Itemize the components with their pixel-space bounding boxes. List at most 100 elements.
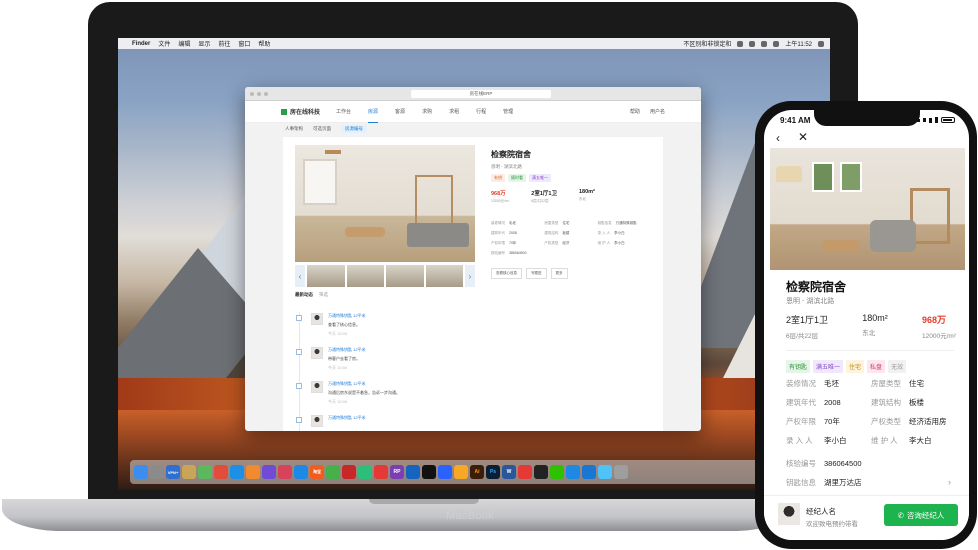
help-link[interactable]: 帮助 [630, 108, 640, 115]
nav-item[interactable]: 求购 [422, 101, 432, 122]
nav-item-active[interactable]: 房源 [368, 101, 379, 123]
battery-icon[interactable] [773, 40, 780, 47]
finder-alt-icon[interactable] [598, 465, 612, 479]
feed-item: 万通特殊钥匙 12平米 查看了核心信息。 今天 10:00 [311, 313, 366, 337]
consult-agent-button[interactable]: ✆ 咨询经纪人 [884, 504, 958, 526]
nav-item[interactable]: 管理 [503, 101, 513, 122]
field: 核验编号 386064500 [491, 251, 527, 255]
feed-item: 万通特殊钥匙 12平米 带客户去看了房。 今天 10:00 [311, 347, 366, 371]
nav-item[interactable]: 行程 [476, 101, 486, 122]
window-minimize-icon[interactable] [257, 91, 261, 96]
key-info-row[interactable]: 钥匙信息 湖里万达店 [786, 477, 862, 488]
menubar-clock[interactable]: 上午11:52 [785, 39, 812, 48]
safari-icon[interactable] [230, 465, 244, 479]
music-icon[interactable] [278, 465, 292, 479]
view-core-info-button[interactable]: 查看核心信息 [491, 268, 522, 279]
agent-avatar [311, 313, 323, 325]
feed-timeline [299, 312, 300, 431]
menu-item[interactable]: 编辑 [178, 39, 190, 48]
agent-avatar[interactable] [778, 503, 800, 525]
listing-title: 检察院宿舍 [491, 150, 531, 159]
wifi-icon[interactable] [761, 40, 768, 47]
prev-arrow-icon[interactable]: ‹ [295, 265, 305, 287]
bank-icon[interactable] [342, 465, 356, 479]
next-arrow-icon[interactable]: › [465, 265, 475, 287]
feed-filter[interactable]: 筛选 [319, 292, 328, 297]
menu-item[interactable]: 窗口 [238, 39, 250, 48]
finder-icon[interactable] [134, 465, 148, 479]
phone-listing-address: 恩明 - 湖滨北路 [786, 298, 835, 305]
launchpad-icon[interactable] [150, 465, 164, 479]
qq-alt-icon[interactable] [534, 465, 548, 479]
thumbnail[interactable] [346, 265, 384, 287]
iphone-screen: 9:41 AM ‹ ✕ 检察院宿舍 恩明 - 湖滨北路 2室1厅1卫 6层/共22… [764, 110, 969, 540]
game-icon[interactable] [358, 465, 372, 479]
close-icon[interactable]: ✕ [798, 130, 808, 144]
app-top-nav: 房在线科技 工作台 房源 客源 求购 求租 行程 管理 帮助 用户名 [245, 101, 701, 123]
thumbnail[interactable] [425, 265, 463, 287]
photoshop-icon[interactable]: Ps [486, 465, 500, 479]
thumbnail[interactable] [386, 265, 424, 287]
nav-item[interactable]: 工作台 [336, 101, 351, 122]
phone-listing-photo[interactable] [770, 148, 965, 270]
menu-item[interactable]: 帮助 [258, 39, 270, 48]
thumbnail[interactable] [307, 265, 345, 287]
trash-icon[interactable] [614, 465, 628, 479]
wechat-icon[interactable] [550, 465, 564, 479]
chevron-right-icon[interactable]: › [948, 477, 951, 487]
write-followup-button[interactable]: 写跟进 [526, 268, 547, 279]
status-icon[interactable] [737, 40, 744, 47]
brand-logo[interactable]: 房在线科技 [281, 107, 320, 116]
nav-item[interactable]: 客源 [395, 101, 405, 122]
feed-heading: 最新动态 筛选 [295, 292, 328, 297]
field: 录 入 人李小白 [786, 436, 847, 445]
subnav-item[interactable]: 人事架构 [285, 126, 303, 132]
subnav-item-active[interactable]: 房源编号 [341, 124, 367, 133]
field: 录 入 人李小白 [597, 231, 625, 235]
menu-item[interactable]: 前往 [218, 39, 230, 48]
messages-icon[interactable] [326, 465, 340, 479]
listing-tags: 有钥 随时看 满五唯一 [491, 174, 551, 182]
window-zoom-icon[interactable] [264, 91, 268, 96]
vpn-icon[interactable]: VPN+ [166, 465, 180, 479]
sketch-icon[interactable] [454, 465, 468, 479]
spotlight-icon[interactable] [818, 40, 824, 47]
address-bar[interactable]: 房在线ERP [411, 89, 551, 98]
siri-icon[interactable] [262, 465, 276, 479]
tag: 无效 [888, 360, 907, 373]
nav-item[interactable]: 求租 [449, 101, 459, 122]
menu-item[interactable]: 文件 [158, 39, 170, 48]
subnav-item[interactable]: 可选页面 [313, 126, 331, 132]
listing-subtitle: 恩明 - 湖滨北路 [491, 164, 522, 169]
weibo-icon[interactable] [374, 465, 388, 479]
chrome-icon[interactable] [214, 465, 228, 479]
user-menu[interactable]: 用户名 [650, 108, 665, 115]
field: 建筑年代 2008 [491, 231, 517, 235]
menu-item[interactable]: 显示 [198, 39, 210, 48]
chrome-alt-icon[interactable] [406, 465, 420, 479]
more-button[interactable]: 更多 [550, 268, 568, 279]
notes-icon[interactable] [182, 465, 196, 479]
taobao-icon[interactable]: 淘宝 [310, 465, 324, 479]
area-value: 180m² [862, 313, 888, 323]
security-icon[interactable] [582, 465, 596, 479]
maps-icon[interactable] [198, 465, 212, 479]
music-alt-icon[interactable] [438, 465, 452, 479]
rp-icon[interactable]: RP [390, 465, 404, 479]
phone-tags: 有钥匙 满五唯一 住宅 私盘 无效 [786, 360, 907, 373]
tool-icon[interactable] [566, 465, 580, 479]
input-method-label[interactable]: 不区别和非锁定和 [683, 39, 731, 48]
qq-icon[interactable] [422, 465, 436, 479]
menu-app[interactable]: Finder [132, 41, 150, 47]
photos-icon[interactable] [246, 465, 260, 479]
field: 建筑年代 2008 [786, 398, 841, 407]
back-icon[interactable]: ‹ [776, 131, 780, 145]
app-store-icon[interactable] [294, 465, 308, 479]
layout-value: 2室1厅1卫 [531, 191, 557, 197]
illustrator-icon[interactable]: Ai [470, 465, 484, 479]
window-close-icon[interactable] [250, 91, 254, 96]
word-icon[interactable]: W [502, 465, 516, 479]
status-icon[interactable] [749, 40, 756, 47]
listing-photo[interactable] [295, 145, 475, 262]
weibo-alt-icon[interactable] [518, 465, 532, 479]
